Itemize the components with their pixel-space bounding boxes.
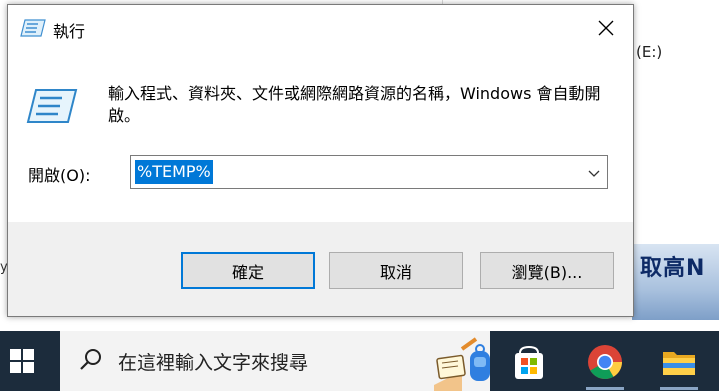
taskbar-search-box[interactable]: 在這裡輸入文字來搜尋 [60, 331, 490, 391]
ok-button[interactable]: 確定 [181, 252, 315, 289]
chrome-active-indicator [586, 387, 624, 390]
cancel-button[interactable]: 取消 [329, 252, 463, 289]
dialog-footer: 確定 取消 瀏覽(B)... [8, 222, 633, 316]
windows-logo-icon [10, 349, 34, 373]
browse-button[interactable]: 瀏覽(B)... [480, 252, 614, 289]
run-icon [20, 18, 46, 38]
explorer-active-indicator [660, 387, 698, 390]
chrome-icon[interactable] [586, 343, 624, 381]
title-bar[interactable]: 執行 [8, 5, 633, 49]
run-large-icon [26, 87, 78, 125]
open-label: 開啟(O): [28, 166, 91, 185]
drive-label[interactable]: (E:) [636, 43, 662, 61]
search-icon [78, 347, 104, 373]
taskbar: 在這裡輸入文字來搜尋 [0, 331, 719, 391]
dialog-title: 執行 [53, 22, 86, 41]
dialog-description: 輸入程式、資料夾、文件或網際網路資源的名稱，Windows 會自動開啟。 [108, 84, 601, 125]
open-combobox[interactable]: %TEMP% [130, 155, 608, 189]
file-explorer-icon[interactable] [660, 343, 698, 381]
search-highlight-illustration [432, 331, 490, 391]
run-dialog: 執行 輸入程式、資料夾、文件或網際網路資源的名稱，Windows 會自動開啟。 … [7, 4, 634, 317]
microsoft-store-icon[interactable] [510, 343, 548, 381]
background-banner-image: 取高N [632, 244, 719, 320]
close-icon [598, 20, 614, 36]
background-edge-text: y [0, 260, 8, 275]
dialog-body: 輸入程式、資料夾、文件或網際網路資源的名稱，Windows 會自動開啟。 開啟(… [8, 49, 633, 222]
chevron-down-icon[interactable] [587, 165, 601, 179]
open-input-value[interactable]: %TEMP% [135, 160, 213, 184]
banner-text: 取高N [640, 256, 706, 281]
start-button[interactable] [8, 347, 36, 375]
search-placeholder: 在這裡輸入文字來搜尋 [118, 352, 309, 374]
close-button[interactable] [586, 11, 626, 45]
